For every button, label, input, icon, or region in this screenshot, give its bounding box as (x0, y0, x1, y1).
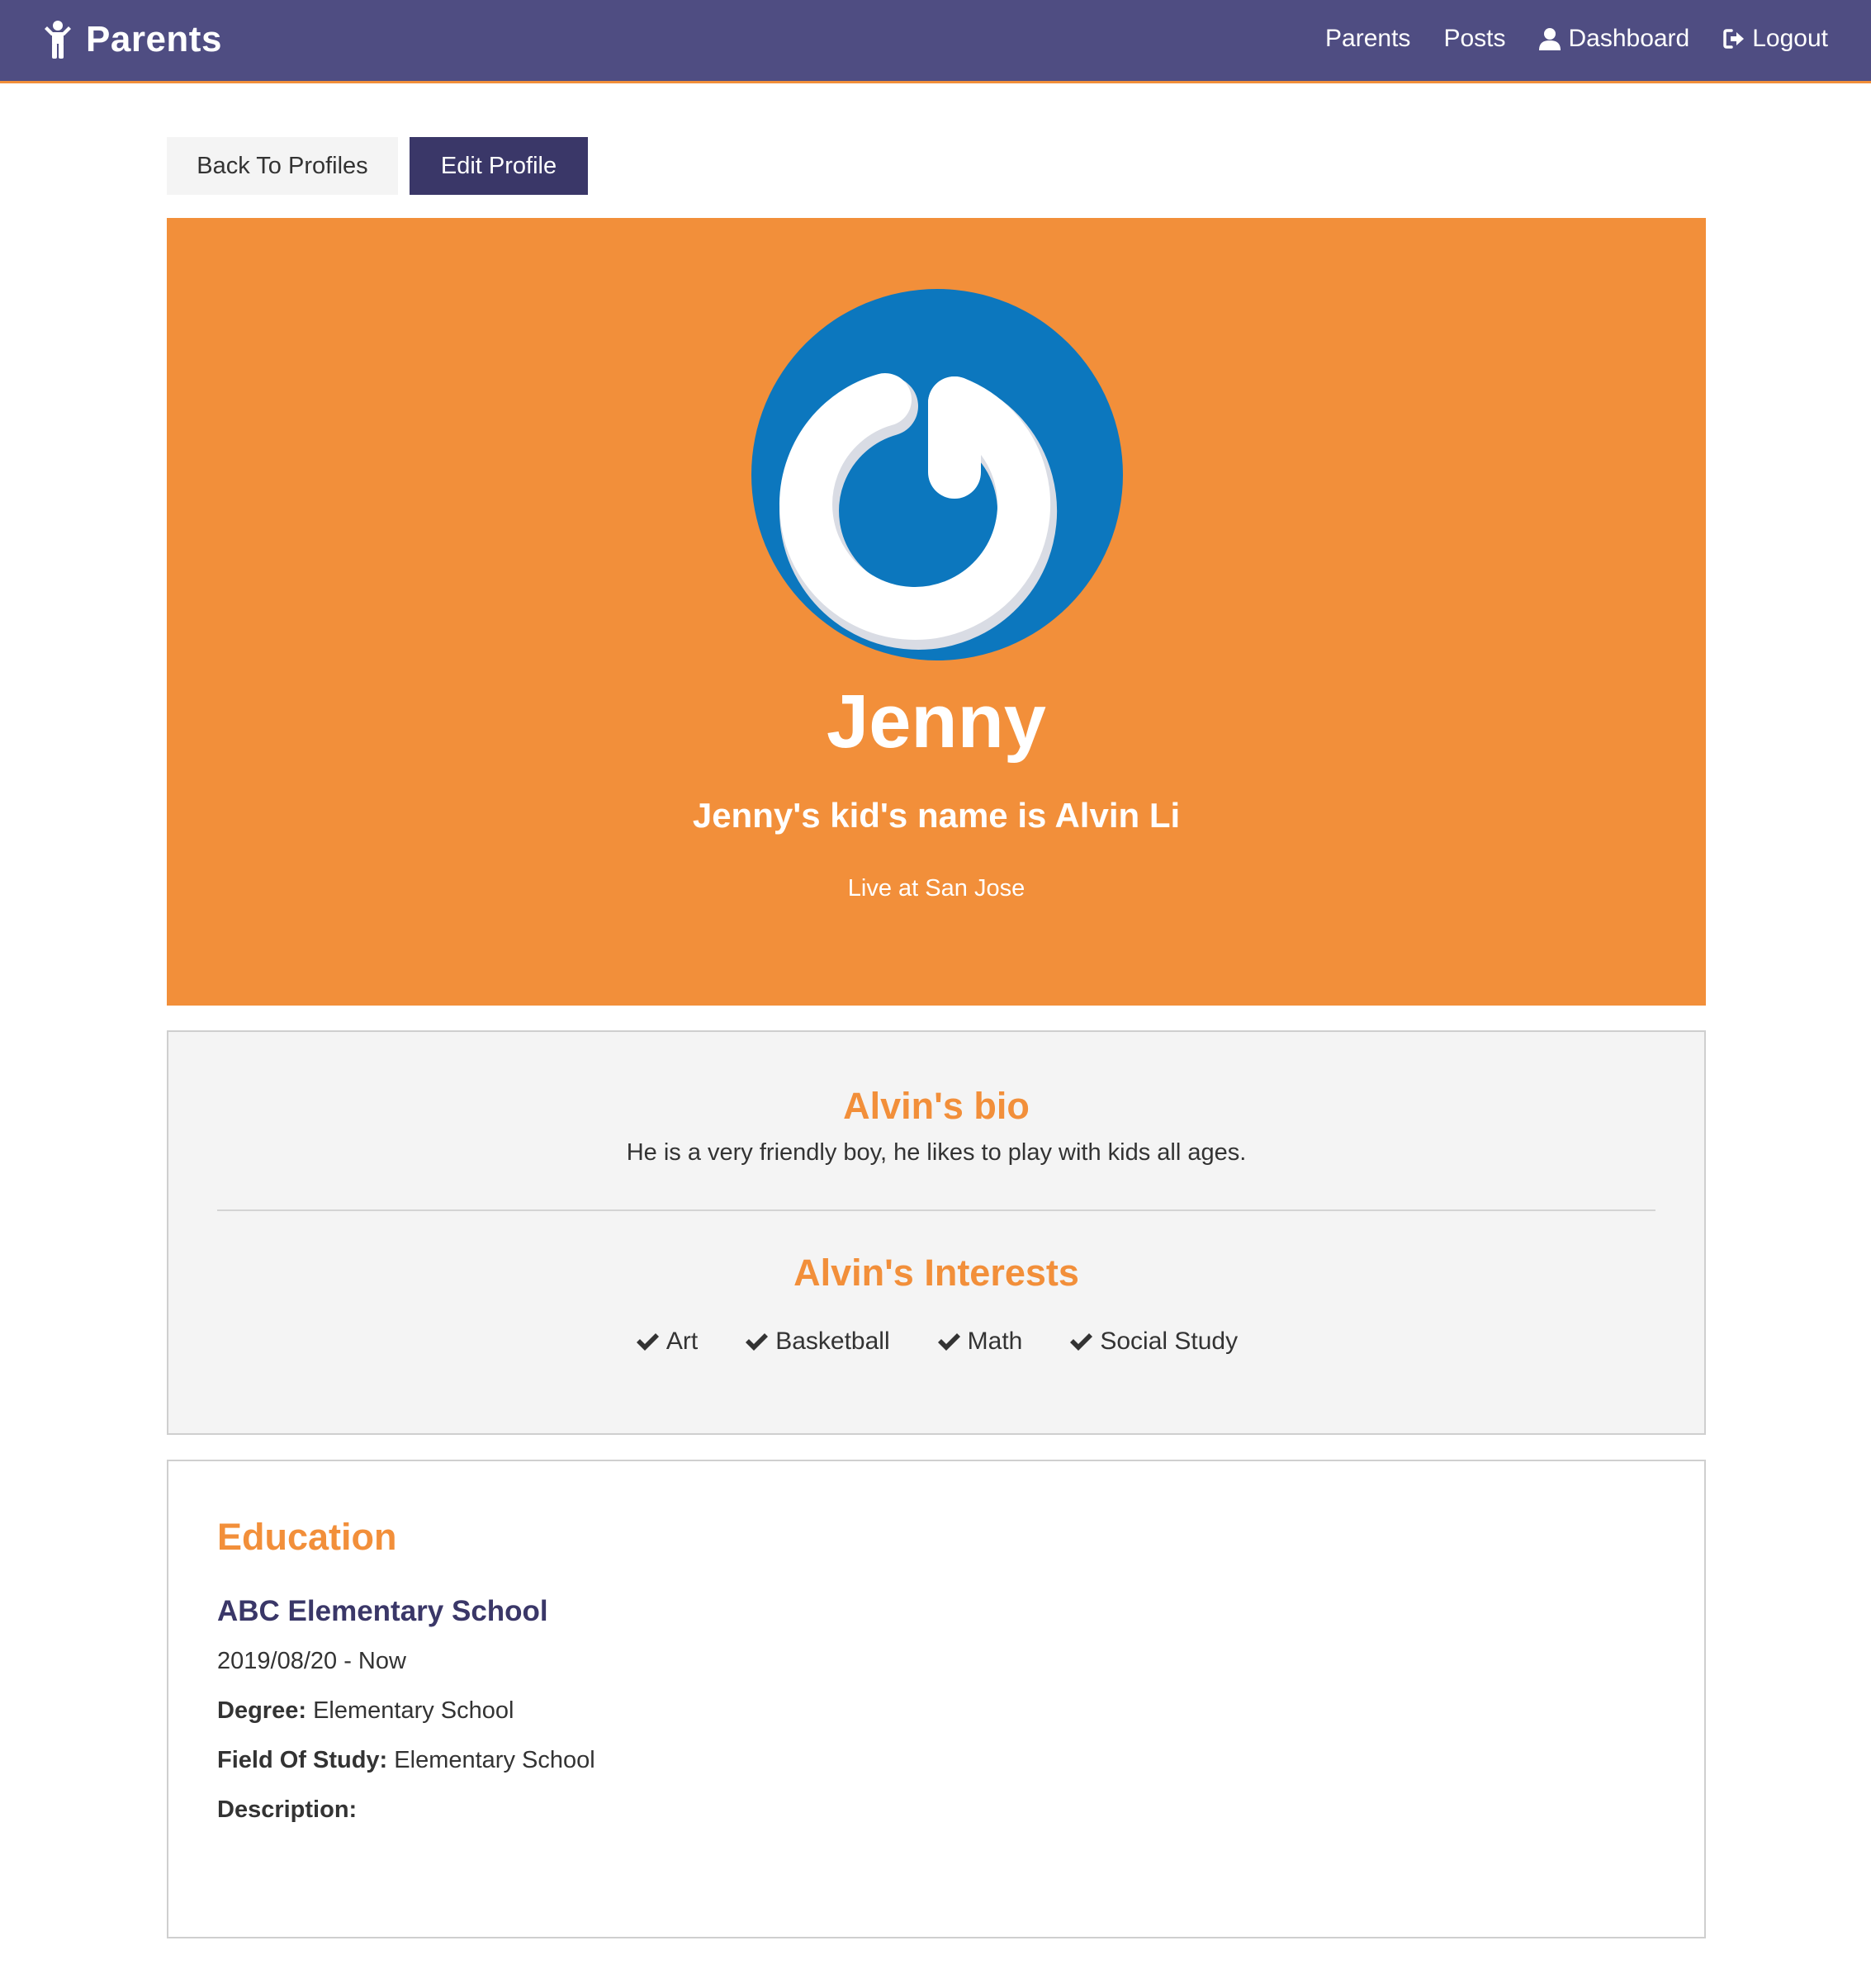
interests-list: Art Basketball Math Social Study (168, 1328, 1704, 1356)
interest-item: Basketball (744, 1328, 890, 1356)
check-icon (937, 1333, 960, 1351)
interests-title: Alvin's Interests (793, 1252, 1079, 1294)
brand-link[interactable]: Parents (43, 17, 222, 63)
bio-title: Alvin's bio (843, 1085, 1030, 1127)
edit-profile-button[interactable]: Edit Profile (410, 137, 588, 195)
education-field: Field Of Study: Elementary School (217, 1747, 595, 1774)
nav-logout-label: Logout (1752, 25, 1828, 52)
degree-value: Elementary School (313, 1697, 514, 1724)
divider (217, 1209, 1655, 1211)
back-to-profiles-button[interactable]: Back To Profiles (167, 137, 398, 195)
check-icon (1070, 1333, 1093, 1351)
nav-posts-link[interactable]: Posts (1443, 25, 1505, 53)
bio-card: Alvin's bio He is a very friendly boy, h… (167, 1030, 1706, 1435)
education-title: Education (217, 1516, 397, 1558)
user-icon (1539, 28, 1561, 50)
interest-item: Art (635, 1328, 698, 1356)
brand-title: Parents (86, 19, 222, 59)
nav-links: Parents Posts Dashboard Logout (1292, 18, 1828, 59)
interest-label: Social Study (1100, 1328, 1239, 1355)
field-label: Field Of Study: (217, 1747, 388, 1773)
nav-parents-link[interactable]: Parents (1325, 25, 1410, 53)
avatar (751, 289, 1123, 660)
logout-icon (1723, 29, 1745, 49)
education-card: Education ABC Elementary School 2019/08/… (167, 1460, 1706, 1938)
degree-label: Degree: (217, 1697, 306, 1724)
field-value: Elementary School (394, 1747, 595, 1773)
profile-subtitle: Jenny's kid's name is Alvin Li (692, 796, 1181, 835)
check-icon (636, 1333, 659, 1351)
interest-label: Art (666, 1328, 699, 1355)
profile-location: Live at San Jose (847, 875, 1025, 902)
nav-logout-link[interactable]: Logout (1722, 25, 1828, 53)
child-icon (45, 21, 71, 59)
profile-name: Jenny (827, 679, 1046, 764)
interest-label: Basketball (775, 1328, 890, 1355)
nav-dashboard-label: Dashboard (1568, 25, 1690, 52)
nav-parents-label: Parents (1325, 25, 1411, 52)
profile-header: Jenny Jenny's kid's name is Alvin Li Liv… (167, 218, 1706, 1006)
description-label: Description: (217, 1796, 358, 1823)
interest-label: Math (967, 1328, 1023, 1355)
school-name: ABC Elementary School (217, 1595, 548, 1627)
interest-item: Social Study (1068, 1328, 1238, 1356)
nav-dashboard-link[interactable]: Dashboard (1538, 25, 1689, 53)
education-dates: 2019/08/20 - Now (217, 1648, 406, 1674)
nav-posts-label: Posts (1443, 25, 1506, 52)
navbar: Parents Parents Posts Dashboard Logout (0, 0, 1871, 83)
education-description: Description: (217, 1796, 357, 1824)
bio-text: He is a very friendly boy, he likes to p… (626, 1139, 1247, 1166)
power-logo-icon (779, 373, 1057, 650)
check-icon (746, 1333, 769, 1351)
education-degree: Degree: Elementary School (217, 1697, 514, 1725)
interest-item: Math (936, 1328, 1023, 1356)
